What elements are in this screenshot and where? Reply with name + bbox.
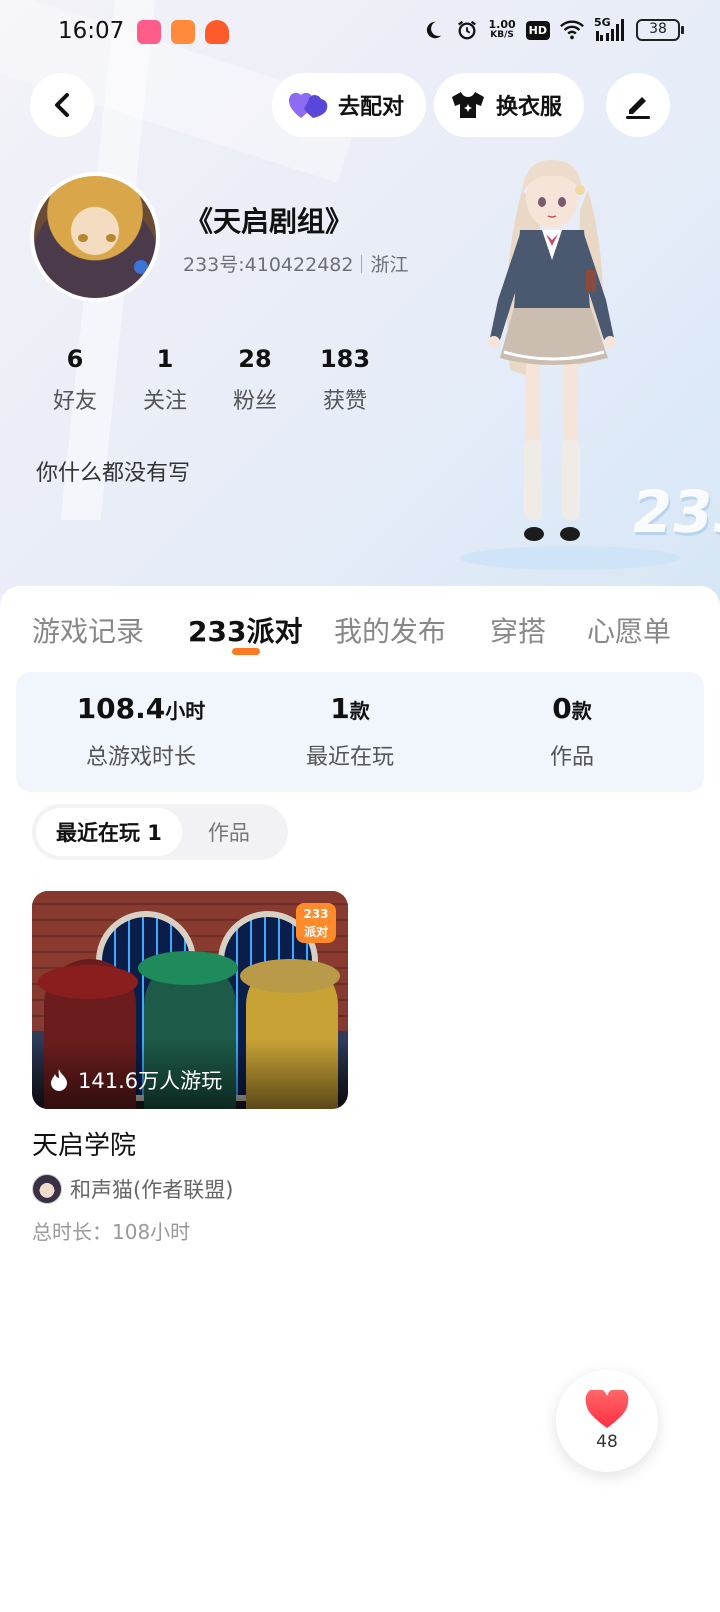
match-button[interactable]: 去配对 — [272, 73, 427, 137]
change-outfit-label: 换衣服 — [496, 95, 563, 120]
stat-value: 6 — [66, 345, 84, 373]
summary-value: 108.4小时 — [26, 692, 256, 725]
play-count: 141.6万人游玩 — [48, 1065, 222, 1095]
tab-my-posts[interactable]: 我的发布 — [334, 610, 446, 650]
party-logo-line: 派对 — [303, 925, 328, 939]
status-time: 16:07 — [58, 18, 125, 44]
stat-label: 关注 — [142, 389, 187, 414]
summary-label: 作品 — [549, 745, 594, 770]
status-indicators: 1.00 KB/S HD 5G 38 — [421, 16, 684, 42]
stat-friends[interactable]: 6 好友 — [30, 345, 120, 415]
summary-value: 1款 — [235, 692, 465, 725]
app-notification-icon — [205, 20, 229, 44]
badge-233: 233 — [627, 478, 720, 546]
author-name: 和声猫(作者联盟) — [70, 1178, 234, 1202]
match-button-label: 去配对 — [338, 95, 405, 120]
active-tab-indicator — [232, 648, 260, 655]
network-speed: 1.00 KB/S — [489, 19, 516, 41]
filter-recently-played[interactable]: 最近在玩 1 — [36, 808, 182, 856]
stat-label: 粉丝 — [232, 389, 277, 414]
summary-number: 1 — [330, 692, 350, 725]
list-filter-toggle: 最近在玩 1 作品 — [32, 804, 288, 860]
stat-value: 28 — [238, 345, 272, 373]
tab-wishlist[interactable]: 心愿单 — [587, 610, 671, 650]
avatar-eye — [106, 234, 116, 242]
cellular-signal-icon: 5G — [594, 16, 626, 42]
game-thumbnail[interactable]: 233 派对 141.6万人游玩 — [32, 891, 348, 1109]
divider — [361, 255, 363, 273]
thumbnail-hat — [240, 959, 340, 993]
status-bar: 16:07 1.00 KB/S HD 5G 38 — [0, 0, 720, 64]
summary-label: 最近在玩 — [305, 745, 394, 770]
summary-works: 0款 作品 — [457, 692, 687, 771]
summary-label: 总游戏时长 — [85, 745, 196, 770]
stat-label: 好友 — [52, 389, 97, 414]
party-logo-badge: 233 派对 — [296, 903, 336, 943]
change-outfit-button[interactable]: 换衣服 — [434, 73, 585, 137]
tab-233-party[interactable]: 233派对 — [188, 610, 302, 650]
summary-recently-played: 1款 最近在玩 — [235, 692, 465, 771]
tab-game-history[interactable]: 游戏记录 — [32, 610, 144, 650]
game-card[interactable]: 233 派对 141.6万人游玩 天启学院 和声猫(作者联盟) 总时长：108小… — [32, 891, 348, 1245]
stat-label: 获赞 — [322, 389, 367, 414]
avatar-eye — [78, 234, 88, 242]
summary-value: 0款 — [457, 692, 687, 725]
tab-outfits[interactable]: 穿搭 — [490, 610, 546, 650]
summary-number: 0 — [552, 692, 572, 725]
like-button[interactable]: 48 — [556, 1370, 658, 1472]
game-total-duration: 总时长：108小时 — [32, 1220, 191, 1244]
user-region: 浙江 — [370, 254, 409, 276]
user-id-line: 233号:410422482 浙江 — [183, 250, 408, 277]
double-heart-icon — [288, 92, 328, 118]
user-bio: 你什么都没有写 — [36, 461, 191, 486]
edit-profile-button[interactable] — [606, 73, 670, 137]
moon-icon — [421, 18, 445, 42]
stat-value: 183 — [319, 345, 371, 373]
user-nickname: 《天启剧组》 — [185, 205, 354, 238]
play-summary-card: 108.4小时 总游戏时长 1款 最近在玩 0款 作品 — [16, 672, 704, 792]
party-logo-line: 233 — [303, 907, 329, 921]
back-button[interactable] — [30, 73, 94, 137]
avatar-badge — [134, 260, 148, 274]
network-speed-value: 1.00 — [488, 18, 516, 31]
game-author[interactable]: 和声猫(作者联盟) — [32, 1174, 348, 1204]
play-count-text: 141.6万人游玩 — [78, 1069, 223, 1093]
wifi-icon — [560, 18, 584, 42]
stat-value: 1 — [156, 345, 174, 373]
chevron-left-icon — [55, 93, 69, 117]
profile-stats: 6 好友 1 关注 28 粉丝 183 获赞 — [30, 345, 390, 415]
app-notification-icon — [171, 20, 195, 44]
thumbnail-hat — [38, 965, 138, 999]
thumbnail-hat — [138, 951, 238, 985]
pencil-icon — [626, 97, 650, 119]
flame-icon — [51, 1069, 67, 1091]
summary-total-playtime: 108.4小时 总游戏时长 — [26, 692, 256, 771]
user-avatar[interactable] — [30, 172, 160, 302]
profile-tabs: 游戏记录 233派对 我的发布 穿搭 心愿单 — [0, 610, 720, 670]
stat-following[interactable]: 1 关注 — [120, 345, 210, 415]
battery-indicator: 38 — [636, 19, 684, 41]
summary-unit: 款 — [349, 699, 370, 723]
stat-likes[interactable]: 183 获赞 — [300, 345, 390, 415]
summary-number: 108.4 — [76, 692, 166, 725]
author-avatar — [32, 1174, 62, 1204]
summary-unit: 款 — [571, 699, 592, 723]
filter-works[interactable]: 作品 — [208, 817, 250, 847]
user-id: 233号:410422482 — [183, 254, 354, 276]
summary-unit: 小时 — [165, 699, 206, 723]
shirt-icon — [452, 92, 484, 118]
heart-icon — [585, 1390, 629, 1428]
network-type-label: 5G — [594, 16, 611, 29]
alarm-icon — [455, 18, 479, 42]
hd-icon: HD — [525, 20, 550, 40]
stat-fans[interactable]: 28 粉丝 — [210, 345, 300, 415]
app-notification-icon — [137, 20, 161, 44]
network-speed-unit: KB/S — [490, 30, 514, 40]
like-count: 48 — [596, 1432, 618, 1452]
game-title[interactable]: 天启学院 — [32, 1125, 348, 1162]
